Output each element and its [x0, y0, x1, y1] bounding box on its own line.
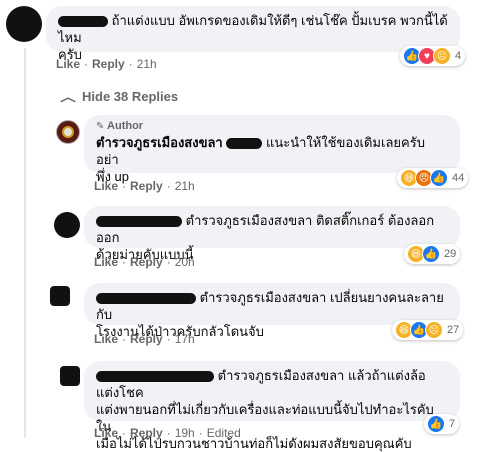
comment-bubble: ถ้าแต่งแบบ อัพเกรดของเดิมให้ดีๆ เช่นโช๊ค… [46, 6, 460, 62]
reply-button[interactable]: Reply [130, 332, 163, 346]
timestamp[interactable]: 21h [175, 179, 195, 193]
reply-bubble: ตำรวจภูธรเมืองสงขลา แล้วถ้าแต่งล้อแต่งโช… [84, 361, 460, 451]
hide-replies-label: Hide 38 Replies [82, 89, 179, 104]
timestamp[interactable]: 20h [175, 255, 195, 269]
mention-link[interactable]: ตำรวจภูธรเมืองสงขลา [200, 290, 327, 305]
sad-icon: ☹ [433, 47, 451, 65]
reaction-count: 29 [444, 248, 457, 260]
timestamp[interactable]: 19h [175, 426, 195, 440]
author-name[interactable]: ตำรวจภูธรเมืองสงขลา [96, 135, 223, 150]
pencil-icon: ✎ [96, 121, 105, 132]
reaction-summary[interactable]: 😆 👍 29 [404, 244, 461, 264]
like-icon: 👍 [430, 169, 448, 187]
reply-actions: Like · Reply · 21h [94, 179, 195, 193]
redacted-name [96, 293, 196, 305]
author-badge-label: Author [107, 120, 144, 132]
reply-actions: Like · Reply · 20h [94, 255, 195, 269]
mention-link[interactable]: ตำรวจภูธรเมืองสงขลา [186, 213, 313, 228]
like-button[interactable]: Like [94, 179, 118, 193]
comment-text-line1: ถ้าแต่งแบบ อัพเกรดของเดิมให้ดีๆ เช่นโช๊ค… [58, 13, 448, 45]
timestamp[interactable]: 21h [137, 57, 157, 71]
reaction-summary[interactable]: 👍 ♥ ☹ 4 [400, 46, 466, 66]
like-icon: 👍 [427, 415, 445, 433]
redacted-name [96, 371, 214, 383]
reply-button[interactable]: Reply [130, 255, 163, 269]
replier-avatar[interactable] [50, 286, 70, 306]
redacted-name [58, 16, 108, 28]
author-avatar[interactable] [56, 120, 80, 144]
reaction-count: 4 [455, 50, 462, 62]
police-badge-icon [62, 126, 74, 138]
reaction-count: 27 [447, 324, 460, 336]
author-reply-bubble: ✎ Author ตำรวจภูธรเมืองสงขลา แนะนำให้ใช้… [84, 115, 460, 184]
sad-icon: ☹ [425, 321, 443, 339]
reply-actions: Like · Reply · 19h · Edited [94, 426, 241, 440]
comment-actions: Like · Reply · 21h [56, 57, 157, 71]
reply-bubble: ตำรวจภูธรเมืองสงขลา ติดสติ๊กเกอร์ ต้องลอ… [84, 206, 460, 262]
like-button[interactable]: Like [94, 426, 118, 440]
chevron-up-icon: ︿ [60, 90, 76, 104]
reply-bubble: ตำรวจภูธรเมืองสงขลา เปลี่ยนยางคนละลายกับ… [84, 283, 460, 339]
author-badge: ✎ Author [96, 119, 448, 134]
reaction-summary[interactable]: 😆 👍 ☹ 27 [392, 320, 464, 340]
reaction-summary[interactable]: 👍 7 [424, 414, 460, 434]
commenter-avatar[interactable] [6, 6, 42, 42]
replier-avatar[interactable] [54, 212, 80, 238]
like-button[interactable]: Like [94, 332, 118, 346]
redacted-name [96, 216, 182, 228]
reaction-count: 7 [449, 418, 456, 430]
reply-button[interactable]: Reply [130, 179, 163, 193]
reaction-count: 44 [452, 172, 465, 184]
edited-label[interactable]: Edited [207, 426, 241, 440]
timestamp[interactable]: 17h [175, 332, 195, 346]
like-button[interactable]: Like [94, 255, 118, 269]
like-button[interactable]: Like [56, 57, 80, 71]
reply-button[interactable]: Reply [130, 426, 163, 440]
thread-line [24, 48, 26, 438]
mention-link[interactable]: ตำรวจภูธรเมืองสงขลา [218, 368, 345, 383]
reply-button[interactable]: Reply [92, 57, 125, 71]
like-icon: 👍 [422, 245, 440, 263]
redacted-name [226, 138, 263, 150]
replier-avatar[interactable] [60, 366, 80, 386]
reaction-summary[interactable]: 😆 😠 👍 44 [397, 168, 469, 188]
hide-replies-link[interactable]: ︿ Hide 38 Replies [60, 88, 179, 105]
reply-actions: Like · Reply · 17h [94, 332, 195, 346]
